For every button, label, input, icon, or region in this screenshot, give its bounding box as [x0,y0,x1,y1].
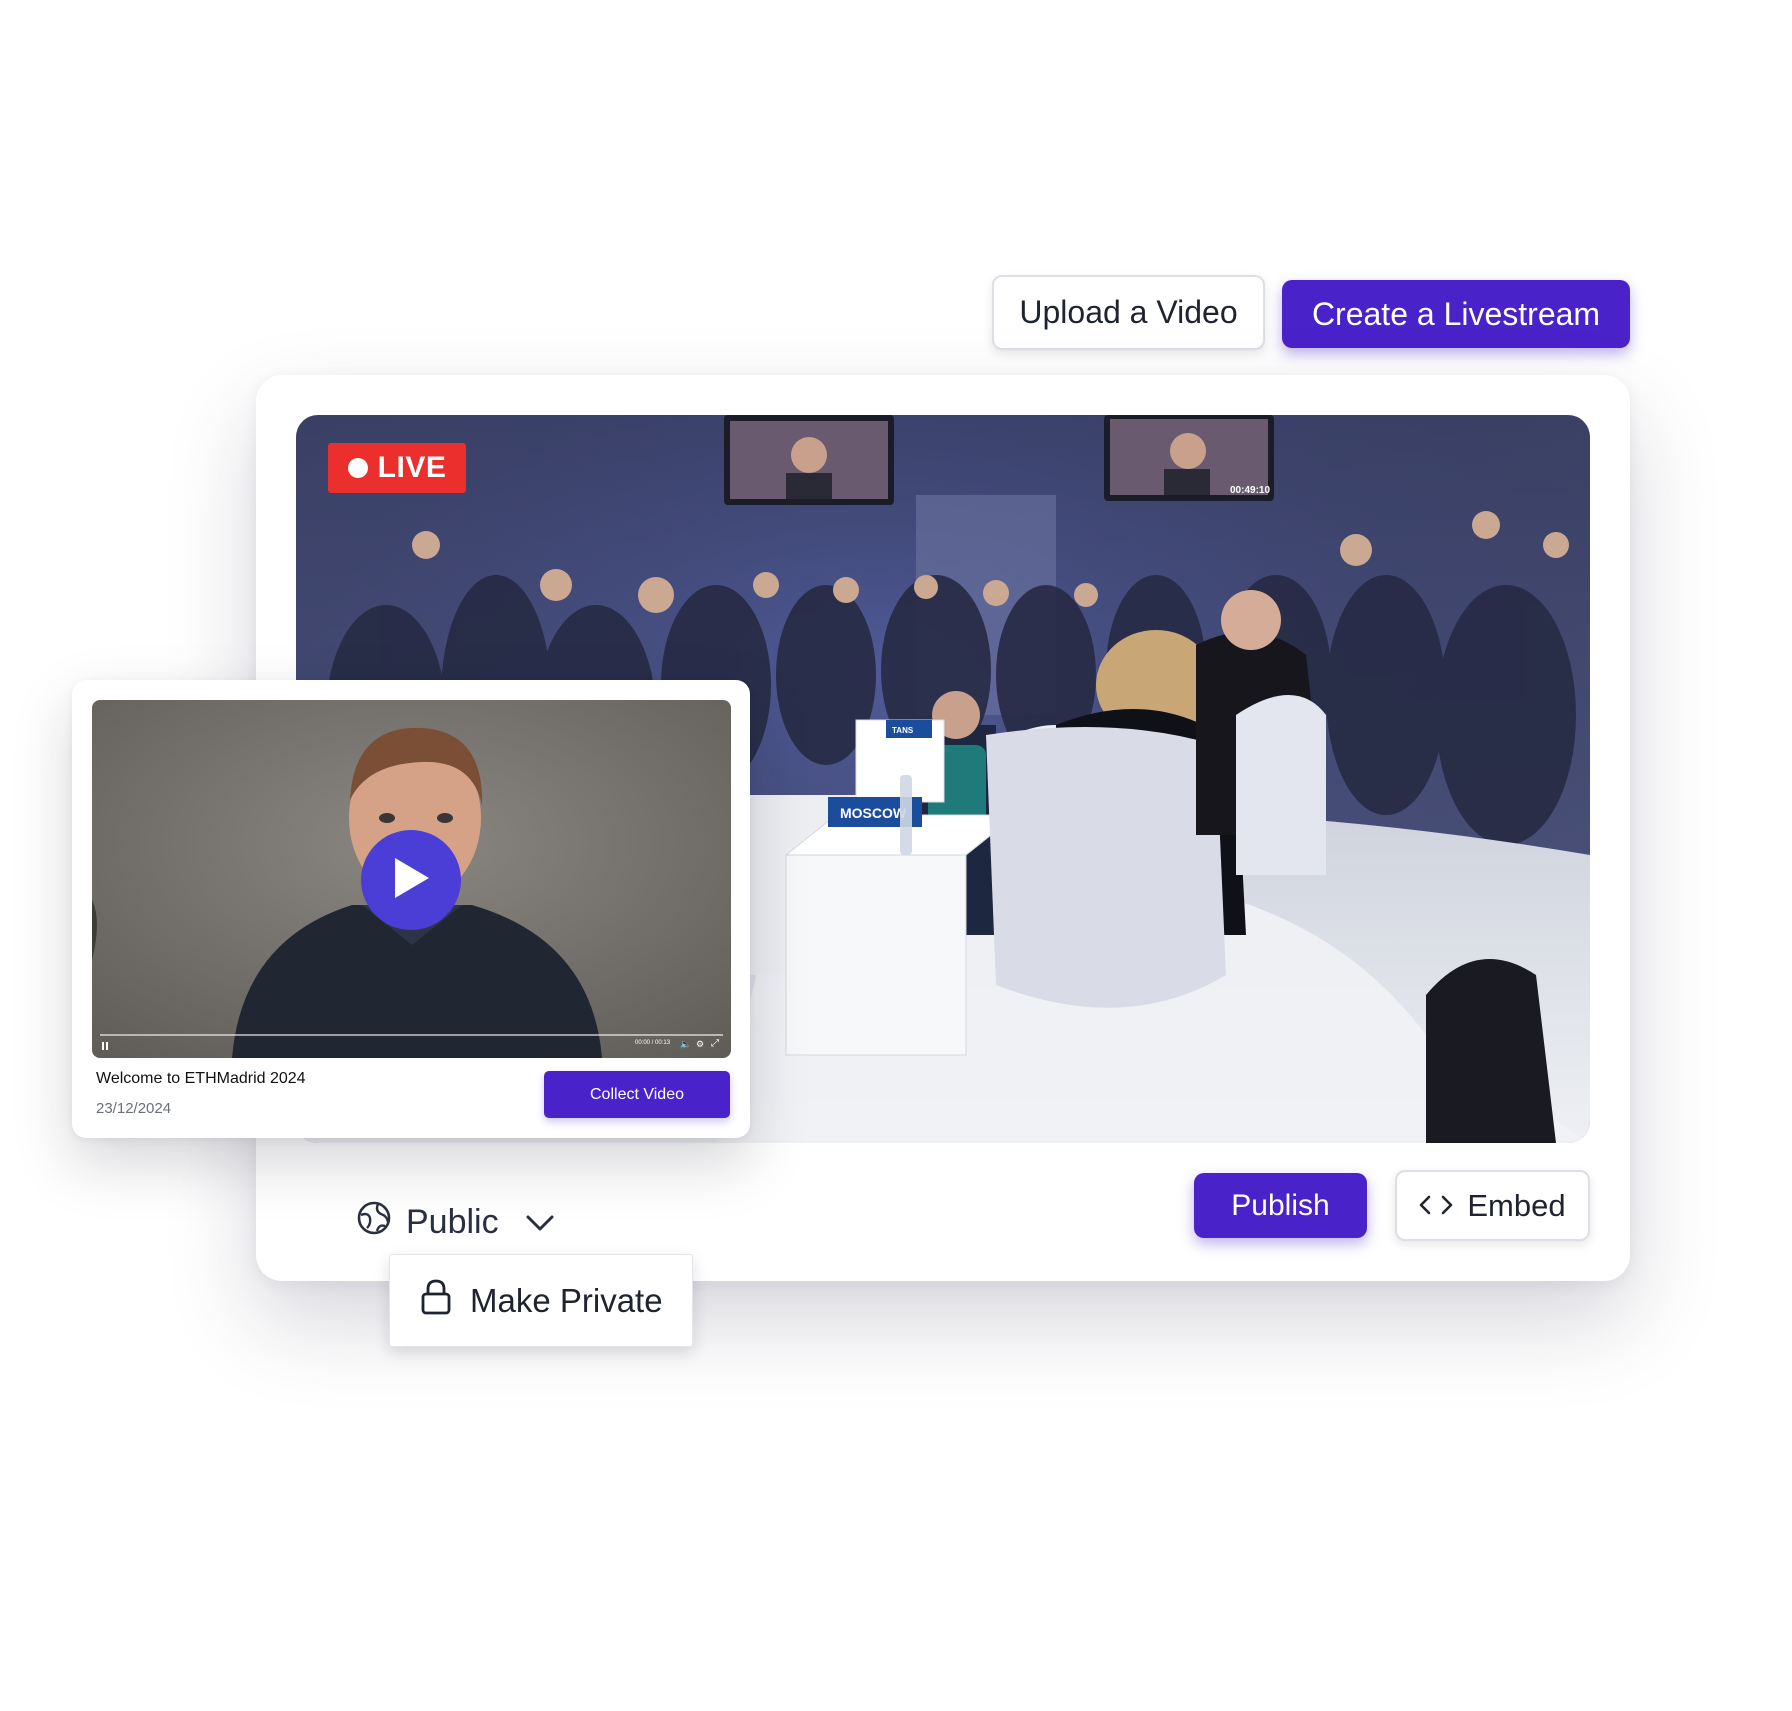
visibility-menu: Make Private [389,1254,693,1347]
pause-icon[interactable] [102,1042,108,1050]
play-icon [389,854,433,907]
code-brackets-icon [1419,1188,1453,1224]
video-date: 23/12/2024 [96,1100,172,1117]
lock-icon [420,1278,452,1324]
play-button[interactable] [361,830,461,930]
collect-video-button[interactable]: Collect Video [544,1071,730,1118]
volume-icon[interactable]: 🔈 [680,1039,691,1050]
visibility-dropdown[interactable]: Public [356,1200,555,1244]
live-label: LIVE [377,451,447,484]
video-progress-track[interactable] [100,1034,723,1036]
panel-name-tag-left: TANS [892,726,914,735]
visibility-selected-label: Public [406,1202,499,1241]
fullscreen-icon[interactable]: ⤢ [711,1038,719,1049]
globe-icon [356,1200,392,1245]
panel-name-tag-center: MOSCOW [840,805,907,821]
live-dot-icon [347,458,368,478]
create-livestream-button[interactable]: Create a Livestream [1282,280,1630,348]
video-time-display: 00:00 / 00:13 [635,1040,671,1046]
upload-video-button[interactable]: Upload a Video [992,275,1265,350]
settings-gear-icon[interactable]: ⚙ [696,1039,704,1050]
video-controls: 00:00 / 00:13 🔈 ⚙ ⤢ [92,1030,731,1058]
embed-button[interactable]: Embed [1395,1170,1590,1241]
publish-button[interactable]: Publish [1194,1173,1367,1238]
video-title: Welcome to ETHMadrid 2024 [96,1070,306,1087]
live-badge: LIVE [328,443,466,493]
make-private-option[interactable]: Make Private [470,1282,663,1320]
embed-label: Embed [1467,1187,1566,1223]
screen-timestamp: 00:49:10 [1230,485,1270,496]
chevron-down-icon [525,1203,555,1242]
